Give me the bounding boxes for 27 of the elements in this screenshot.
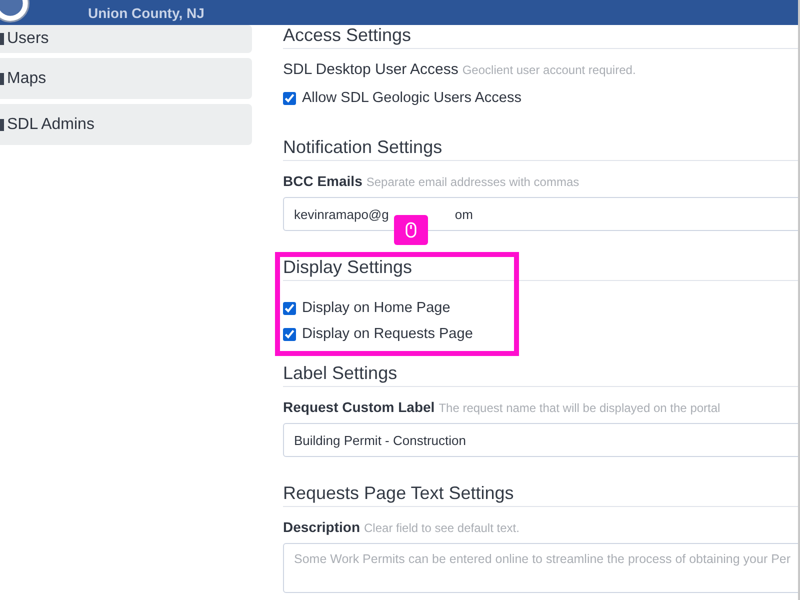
hint-text: Clear field to see default text. bbox=[364, 521, 520, 535]
field-label: Request Custom Label bbox=[283, 399, 435, 415]
checkbox-label: Display on Home Page bbox=[302, 300, 450, 316]
checkbox[interactable] bbox=[283, 302, 296, 314]
sidebar-item[interactable]: Maps bbox=[0, 58, 252, 99]
section-heading: Access Settings bbox=[283, 25, 798, 49]
input-field[interactable]: Building Permit - Construction bbox=[283, 423, 798, 457]
checkbox[interactable] bbox=[283, 328, 296, 340]
organization-name: Union County, NJ bbox=[88, 4, 204, 20]
input-field[interactable]: kevinramapo@g om bbox=[283, 197, 798, 231]
field-label: SDL Desktop User Access bbox=[283, 61, 458, 78]
section-heading: Requests Page Text Settings bbox=[283, 483, 798, 507]
field-label: BCC Emails bbox=[283, 173, 362, 189]
hint-text: Separate email addresses with commas bbox=[366, 175, 580, 189]
hint-text: The request name that will be displayed on the portal bbox=[438, 401, 720, 415]
section-heading: Label Settings bbox=[283, 363, 798, 387]
sidebar-item[interactable]: SDL Admins bbox=[0, 104, 252, 145]
text-area[interactable]: Some Work Permits can be entered online to streamline the process of obtaining your Per bbox=[283, 543, 798, 593]
hint-text: Geoclient user account required. bbox=[462, 63, 636, 77]
checkbox-label: Display on Requests Page bbox=[302, 326, 473, 342]
mouse-click-icon bbox=[394, 215, 428, 245]
field-label: Description bbox=[283, 519, 360, 535]
checkbox[interactable] bbox=[283, 92, 296, 104]
checkbox-label: Allow SDL Geologic Users Access bbox=[302, 90, 522, 106]
sidebar-item[interactable]: Users bbox=[0, 25, 252, 53]
section-heading: Notification Settings bbox=[283, 137, 798, 161]
section-heading: Display Settings bbox=[283, 257, 798, 281]
